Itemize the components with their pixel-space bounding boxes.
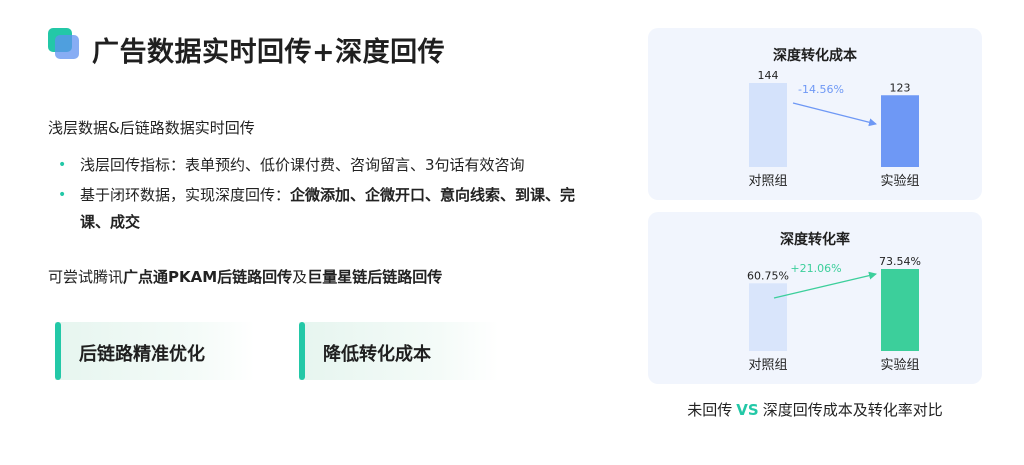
try-mid: 及 [292,268,308,286]
try-bold-1: 广点通PKAM后链路回传 [123,268,293,286]
chart-panel-rate: 深度转化率 60.75% 对照组 73.54% 实验组 +21.06% [648,212,982,384]
change-arrow [792,102,877,127]
bullet-dot-icon: • [58,187,67,203]
try-bold-2: 巨量星链后链路回传 [307,268,443,286]
chart-caption: 未回传 VS 深度回传成本及转化率对比 [648,399,982,420]
change-arrow [773,271,877,299]
data-label: 60.75% [747,269,789,282]
bar-experiment [881,269,919,351]
change-label: +21.06% [790,262,841,275]
data-label: 144 [758,69,779,82]
caption-vs: VS [736,401,759,419]
chart-title: 深度转化成本 [773,47,858,64]
bar-experiment [881,95,919,167]
data-label: 123 [890,81,911,94]
highlight-card-1: 后链路精准优化 [55,322,255,380]
bar-control [749,83,787,167]
page-title: 广告数据实时回传+深度回传 [92,37,446,68]
category-label: 实验组 [880,173,919,189]
logo-icon [48,28,80,60]
bullet-text: 基于闭环数据，实现深度回传： [80,186,291,204]
bullet-list: • 浅层回传指标：表单预约、低价课付费、咨询留言、3句话有效咨询 • 基于闭环数… [56,152,586,239]
bar-control [749,283,787,351]
try-prefix: 可尝试腾讯 [48,268,124,286]
card-accent-bar [55,322,61,380]
chart-title: 深度转化率 [780,231,850,248]
card-label: 降低转化成本 [323,344,431,365]
category-label: 实验组 [880,357,919,373]
data-label: 73.54% [879,255,921,268]
bullet-item: • 浅层回传指标：表单预约、低价课付费、咨询留言、3句话有效咨询 [56,152,586,179]
try-line: 可尝试腾讯广点通PKAM后链路回传及巨量星链后链路回传 [48,266,442,287]
highlight-card-2: 降低转化成本 [299,322,499,380]
category-label: 对照组 [748,358,787,373]
caption-suffix: 深度回传成本及转化率对比 [762,401,943,419]
subtitle: 浅层数据&后链路数据实时回传 [48,119,255,137]
chart-cost: 深度转化成本 144 对照组 123 实验组 -14.56% [748,47,919,189]
chart-panel-cost: 深度转化成本 144 对照组 123 实验组 -14.56% [648,28,982,200]
change-label: -14.56% [798,83,844,96]
caption-prefix: 未回传 [687,401,733,419]
bullet-dot-icon: • [58,157,67,173]
bullet-item: • 基于闭环数据，实现深度回传：企微添加、企微开口、意向线索、到课、完课、成交 [56,182,586,236]
card-accent-bar [299,322,305,380]
category-label: 对照组 [748,174,787,189]
chart-rate: 深度转化率 60.75% 对照组 73.54% 实验组 +21.06% [747,231,921,373]
card-label: 后链路精准优化 [79,344,205,365]
bullet-text: 浅层回传指标：表单预约、低价课付费、咨询留言、3句话有效咨询 [80,156,525,174]
